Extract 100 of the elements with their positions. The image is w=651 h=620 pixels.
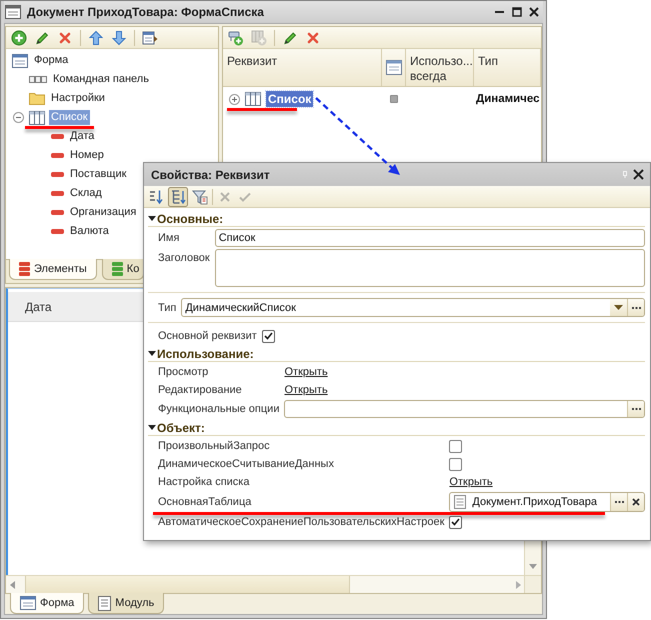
- checkbox[interactable]: [390, 95, 398, 103]
- delete-icon[interactable]: [305, 30, 321, 46]
- stack-icon: [19, 262, 30, 276]
- dash-icon: [51, 229, 64, 234]
- tree-item[interactable]: Поставщик: [68, 167, 128, 182]
- command-bar-icon: [29, 76, 47, 83]
- dash-icon: [51, 191, 64, 196]
- collapse-icon[interactable]: [13, 112, 24, 123]
- form-icon: [20, 596, 36, 610]
- column-header[interactable]: Использо... всегда: [406, 49, 474, 86]
- scrollbar-thumb[interactable]: [25, 576, 350, 593]
- table-cell-text: Динамичес: [475, 93, 540, 105]
- property-label: ДинамическоеСчитываниеДанных: [158, 458, 334, 470]
- close-button[interactable]: [527, 6, 540, 18]
- document-icon: [454, 495, 466, 509]
- type-combobox[interactable]: ДинамическийСписок: [181, 298, 645, 317]
- clear-button[interactable]: [627, 493, 644, 511]
- property-label: Основной реквизит: [158, 330, 257, 342]
- close-icon[interactable]: [633, 169, 644, 180]
- open-link[interactable]: Открыть: [284, 384, 328, 396]
- checkmark-icon: [451, 518, 460, 526]
- tree-item[interactable]: Организация: [68, 205, 138, 220]
- property-label: Тип: [158, 302, 176, 314]
- pencil-icon[interactable]: [282, 30, 298, 46]
- property-label: Просмотр: [158, 366, 208, 378]
- scroll-down-icon: [529, 564, 537, 569]
- tree-item[interactable]: Номер: [68, 148, 106, 163]
- add-icon[interactable]: [11, 30, 27, 46]
- maximize-button[interactable]: [510, 6, 523, 18]
- property-label: Заголовок: [158, 251, 210, 264]
- form-icon: [386, 60, 402, 75]
- section-header[interactable]: Использование:: [148, 346, 645, 362]
- minimize-icon: [495, 11, 504, 13]
- form-icon: [12, 54, 28, 68]
- tree-item[interactable]: Настройки: [49, 91, 107, 106]
- choose-button[interactable]: [627, 299, 644, 316]
- tree-item[interactable]: Командная панель: [51, 72, 151, 87]
- choose-button[interactable]: [627, 401, 644, 417]
- table-field[interactable]: Документ.ПриходТовара: [449, 492, 645, 512]
- property-label: Редактирование: [158, 384, 242, 396]
- scroll-left-icon: [10, 580, 15, 588]
- tab[interactable]: Ко: [102, 259, 144, 280]
- column-header[interactable]: Тип: [474, 49, 541, 86]
- table-icon: [245, 92, 261, 106]
- tab[interactable]: Форма: [10, 593, 84, 614]
- checkbox[interactable]: [449, 458, 462, 470]
- checkmark-icon: [264, 332, 273, 340]
- text-field[interactable]: Список: [214, 229, 645, 247]
- section-header[interactable]: Объект:: [148, 420, 645, 436]
- horizontal-scrollbar[interactable]: [6, 575, 524, 593]
- dropdown-button[interactable]: [610, 299, 627, 316]
- delete-icon[interactable]: [57, 30, 73, 46]
- property-label: Настройка списка: [158, 476, 250, 488]
- checkbox[interactable]: [449, 440, 462, 452]
- table-icon: [29, 110, 45, 124]
- dash-icon: [51, 172, 64, 177]
- tree-item[interactable]: Дата: [68, 129, 96, 144]
- tree-item[interactable]: Валюта: [68, 224, 111, 239]
- property-label: АвтоматическоеСохранениеПользовательскихНастроек: [158, 516, 444, 528]
- close-icon: [528, 7, 538, 17]
- open-link[interactable]: Открыть: [284, 366, 328, 378]
- dash-icon: [51, 134, 64, 139]
- caret-icon: [148, 216, 156, 221]
- form-icon: [5, 5, 21, 19]
- dash-icon: [51, 153, 64, 158]
- window-title: Документ ПриходТовара: ФормаСписка: [27, 5, 264, 19]
- tab[interactable]: Модуль: [88, 593, 164, 614]
- dialog-title: Свойства: Реквизит: [151, 168, 270, 182]
- sort-icon[interactable]: [148, 188, 164, 204]
- options-field[interactable]: [284, 400, 645, 418]
- checkbox[interactable]: [449, 516, 462, 528]
- property-label: ПроизвольныйЗапрос: [158, 440, 270, 452]
- choose-button[interactable]: [610, 493, 627, 511]
- tab[interactable]: Элементы: [9, 259, 97, 280]
- pencil-icon[interactable]: [34, 30, 50, 46]
- clear-icon: [632, 498, 640, 506]
- attribute-name[interactable]: Список: [266, 91, 314, 107]
- tree-item[interactable]: Форма: [32, 53, 70, 68]
- scroll-right-icon: [516, 580, 521, 588]
- section-header[interactable]: Основные:: [148, 211, 645, 227]
- filter-icon[interactable]: [192, 188, 208, 204]
- property-label: ОсновнаяТаблица: [158, 496, 252, 508]
- down-arrow-icon[interactable]: [111, 30, 127, 46]
- stack-icon: [112, 262, 123, 276]
- open-link[interactable]: Открыть: [449, 476, 493, 488]
- column-header[interactable]: Реквизит: [223, 49, 382, 86]
- tree-list-icon[interactable]: [168, 186, 188, 206]
- add-row-icon[interactable]: [228, 30, 244, 46]
- up-arrow-icon[interactable]: [88, 30, 104, 46]
- checkbox[interactable]: [262, 330, 275, 342]
- property-label: Функциональные опции: [158, 403, 280, 415]
- folder-icon: [29, 92, 45, 105]
- expand-icon[interactable]: [229, 94, 240, 104]
- document-icon: [98, 596, 112, 610]
- dash-icon: [51, 210, 64, 215]
- property-label: Имя: [158, 232, 180, 244]
- tree-item[interactable]: Склад: [68, 186, 104, 201]
- maximize-icon: [512, 7, 522, 17]
- window-arrow-icon[interactable]: [142, 30, 158, 46]
- caret-icon: [148, 425, 156, 430]
